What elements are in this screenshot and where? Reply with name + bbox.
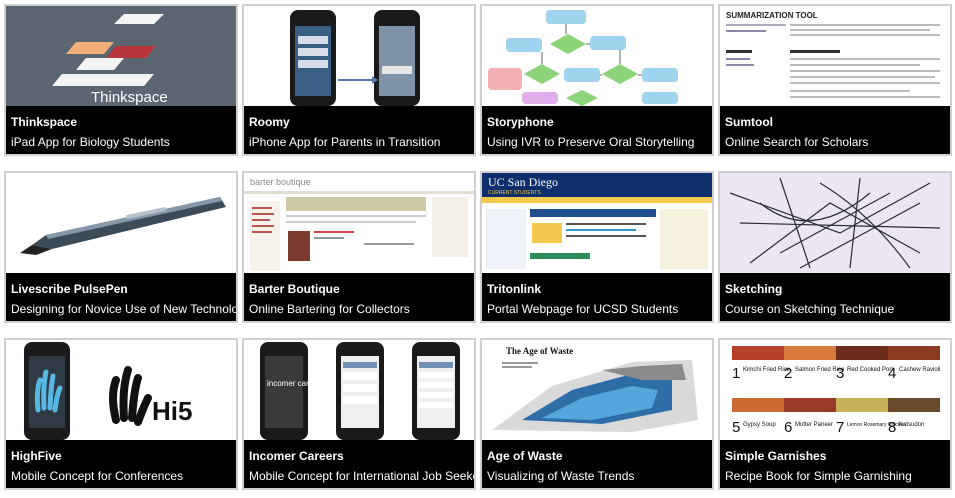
caption: Livescribe PulsePen Designing for Novice… — [6, 273, 236, 321]
caption: HighFive Mobile Concept for Conferences — [6, 440, 236, 488]
project-title: Incomer Careers — [249, 449, 344, 463]
recipe-number: 2 — [784, 365, 792, 382]
project-subtitle: Visualizing of Waste Trends — [487, 469, 635, 483]
thumbnail-thinkspace: Thinkspace — [6, 6, 236, 106]
project-tile-livescribe-pulsepen[interactable]: Livescribe PulsePen Designing for Novice… — [4, 171, 238, 323]
caption: Sketching Course on Sketching Technique — [720, 273, 950, 321]
thumbnail-incomer-careers: incomer careers — [244, 340, 474, 440]
project-subtitle: Mobile Concept for International Job See… — [249, 469, 476, 483]
thumbnail-barter-boutique: barter boutique — [244, 173, 474, 273]
thinkspace-logo-text: Thinkspace — [91, 89, 168, 106]
project-title: Simple Garnishes — [725, 449, 827, 463]
recipe-number: 8 — [888, 419, 896, 436]
project-subtitle: Online Search for Scholars — [725, 135, 869, 149]
caption: Thinkspace iPad App for Biology Students — [6, 106, 236, 154]
recipe-number: 1 — [732, 365, 740, 382]
sumtool-heading: SUMMARIZATION TOOL — [726, 11, 818, 20]
thumbnail-age-of-waste: The Age of Waste — [482, 340, 712, 440]
thumbnail-sumtool: SUMMARIZATION TOOL — [720, 6, 950, 106]
project-tile-sumtool[interactable]: SUMMARIZATION TOOL Sumtool Online Search… — [718, 4, 952, 156]
caption: Storyphone Using IVR to Preserve Oral St… — [482, 106, 712, 154]
thumbnail-sketching — [720, 173, 950, 273]
project-subtitle: Using IVR to Preserve Oral Storytelling — [487, 135, 695, 149]
barter-logo-text: barter boutique — [250, 177, 311, 187]
thumbnail-roomy — [244, 6, 474, 106]
project-title: Storyphone — [487, 115, 554, 129]
project-title: Roomy — [249, 115, 290, 129]
project-tile-incomer-careers[interactable]: incomer careers Incomer Careers Mobile C… — [242, 338, 476, 490]
project-subtitle: Designing for Novice Use of New Technolo… — [11, 302, 238, 316]
recipe-name: Katsudon — [899, 422, 924, 428]
recipe-number: 7 — [836, 419, 844, 436]
thumbnail-tritonlink: UC San Diego CURRENT STUDENTS — [482, 173, 712, 273]
project-tile-storyphone[interactable]: Storyphone Using IVR to Preserve Oral St… — [480, 4, 714, 156]
caption: Sumtool Online Search for Scholars — [720, 106, 950, 154]
project-title: HighFive — [11, 449, 62, 463]
caption: Barter Boutique Online Bartering for Col… — [244, 273, 474, 321]
caption: Age of Waste Visualizing of Waste Trends — [482, 440, 712, 488]
project-subtitle: iPhone App for Parents in Transition — [249, 135, 441, 149]
project-tile-tritonlink[interactable]: UC San Diego CURRENT STUDENTS Tritonlink… — [480, 171, 714, 323]
portfolio-grid: Thinkspace Thinkspace iPad App for Biolo… — [0, 0, 955, 498]
project-title: Livescribe PulsePen — [11, 282, 128, 296]
project-subtitle: Recipe Book for Simple Garnishing — [725, 469, 912, 483]
recipe-name: Mutter Paneer — [795, 422, 833, 428]
incomer-logo-text: incomer careers — [267, 379, 324, 388]
caption: Roomy iPhone App for Parents in Transiti… — [244, 106, 474, 154]
caption: Incomer Careers Mobile Concept for Inter… — [244, 440, 474, 488]
project-title: Sketching — [725, 282, 783, 296]
thumbnail-livescribe-pulsepen — [6, 173, 236, 273]
recipe-number: 3 — [836, 365, 844, 382]
project-tile-barter-boutique[interactable]: barter boutique Barter Boutique Online B… — [242, 171, 476, 323]
project-tile-highfive[interactable]: Hi5 HighFive Mobile Concept for Conferen… — [4, 338, 238, 490]
recipe-number: 5 — [732, 419, 740, 436]
age-of-waste-heading: The Age of Waste — [506, 346, 573, 356]
project-title: Tritonlink — [487, 282, 541, 296]
hi5-logo-text: Hi5 — [152, 396, 192, 426]
project-subtitle: Mobile Concept for Conferences — [11, 469, 184, 483]
project-tile-simple-garnishes[interactable]: 1 Kimchi Fried Rice 2 Salmon Fried Rice … — [718, 338, 952, 490]
recipe-name: Lemon Rosemary Chicken — [847, 422, 906, 428]
ucsd-logo-text: UC San Diego — [488, 175, 558, 189]
project-title: Thinkspace — [11, 115, 78, 129]
project-subtitle: Course on Sketching Technique — [725, 302, 895, 316]
project-tile-roomy[interactable]: Roomy iPhone App for Parents in Transiti… — [242, 4, 476, 156]
project-tile-sketching[interactable]: Sketching Course on Sketching Technique — [718, 171, 952, 323]
thumbnail-storyphone — [482, 6, 712, 106]
project-tile-age-of-waste[interactable]: The Age of Waste Age of Waste Visualizin… — [480, 338, 714, 490]
thumbnail-simple-garnishes: 1 Kimchi Fried Rice 2 Salmon Fried Rice … — [720, 340, 950, 440]
project-subtitle: Portal Webpage for UCSD Students — [487, 302, 679, 316]
project-title: Barter Boutique — [249, 282, 340, 296]
recipe-name: Gypsy Soup — [743, 422, 776, 428]
project-subtitle: Online Bartering for Collectors — [249, 302, 410, 316]
current-students-text: CURRENT STUDENTS — [488, 190, 541, 196]
project-title: Age of Waste — [487, 449, 563, 463]
caption: Tritonlink Portal Webpage for UCSD Stude… — [482, 273, 712, 321]
project-subtitle: iPad App for Biology Students — [11, 135, 170, 149]
caption: Simple Garnishes Recipe Book for Simple … — [720, 440, 950, 488]
recipe-number: 6 — [784, 419, 792, 436]
thumbnail-highfive: Hi5 — [6, 340, 236, 440]
project-title: Sumtool — [725, 115, 773, 129]
recipe-name: Cashew Ravioli — [899, 367, 940, 373]
recipe-number: 4 — [888, 365, 896, 382]
project-tile-thinkspace[interactable]: Thinkspace Thinkspace iPad App for Biolo… — [4, 4, 238, 156]
